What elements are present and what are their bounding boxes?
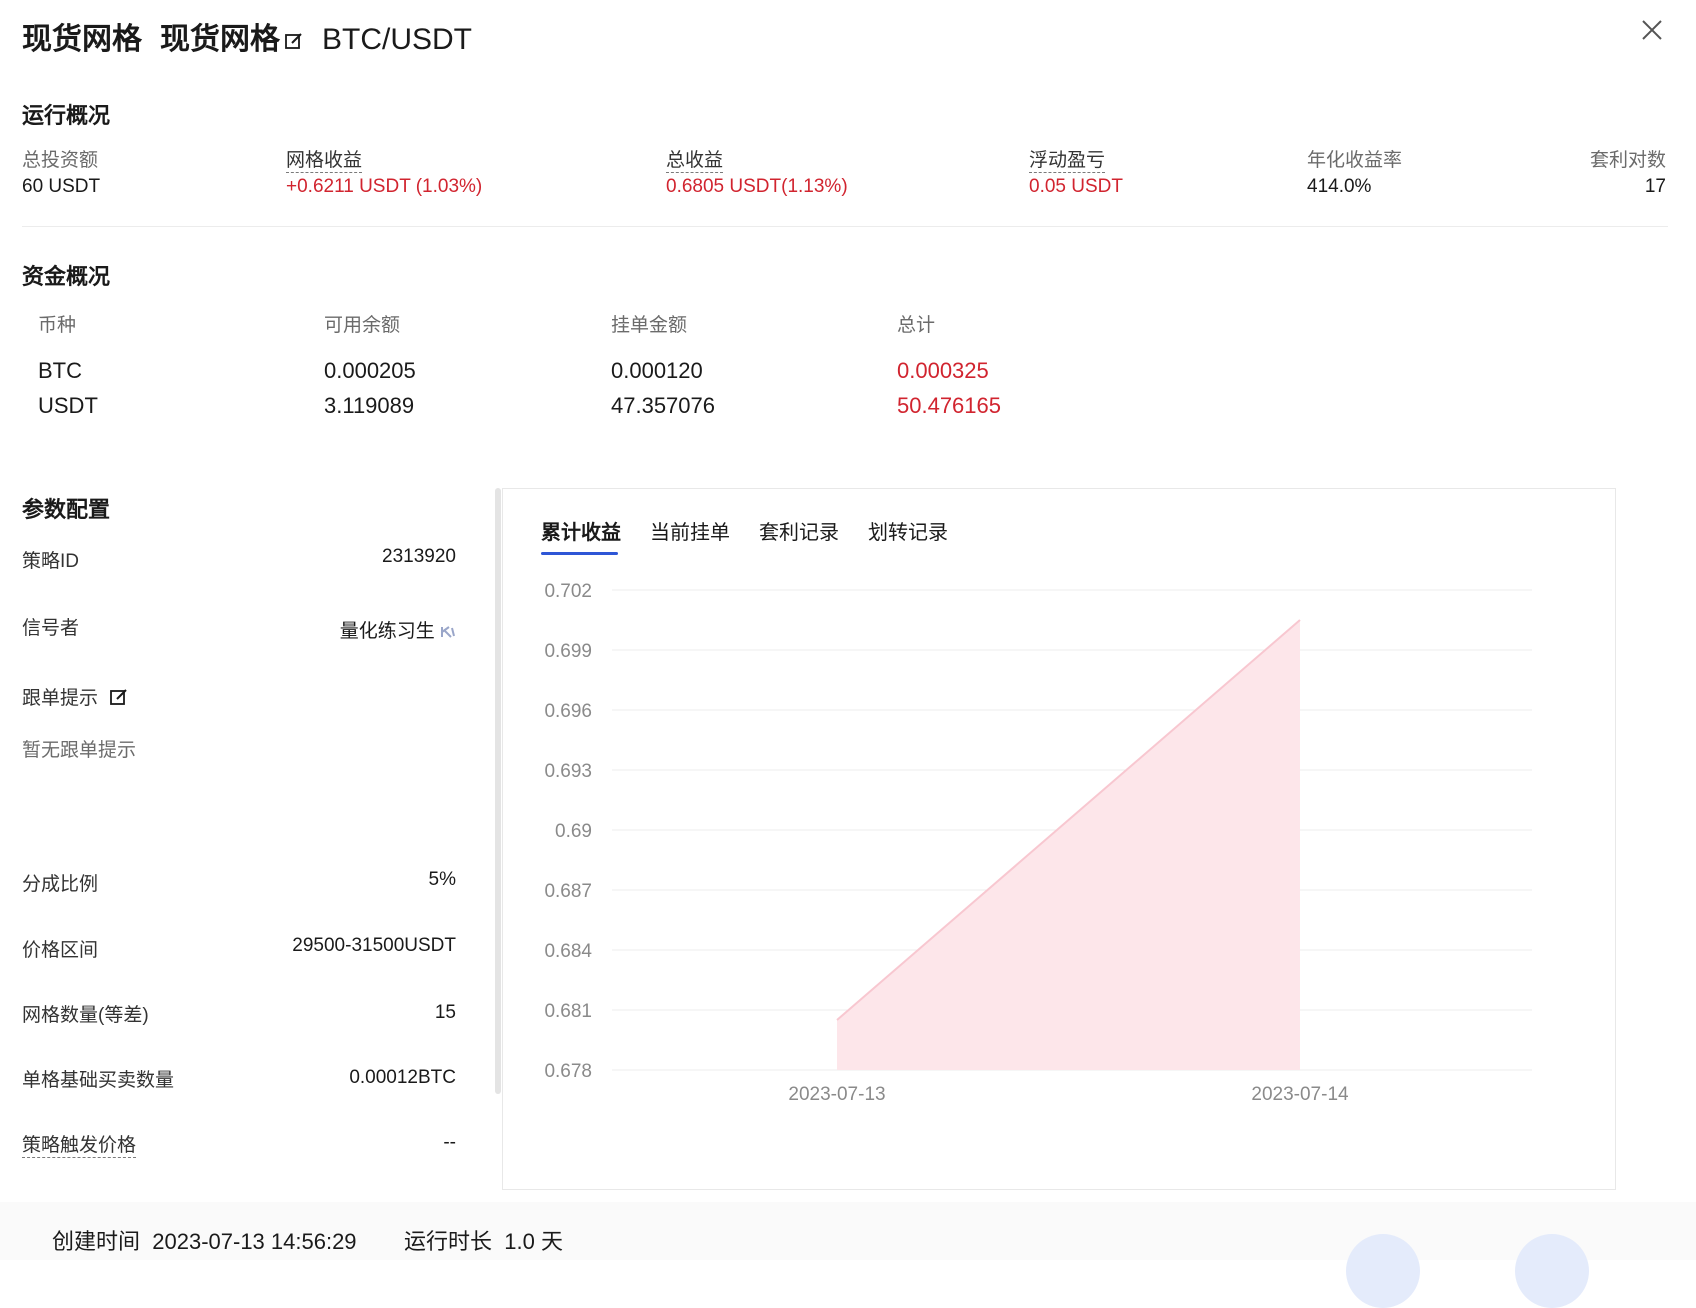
y-tick-label: 0.69 (555, 821, 592, 842)
price-range-value: 29500-31500USDT (292, 935, 456, 956)
x-tick-label: 2023-07-13 (788, 1084, 885, 1105)
page-title: 现货网格 现货网格 BTC/USDT (22, 14, 472, 58)
signaler-badge-icon (441, 626, 455, 638)
share-value: 5% (428, 869, 456, 890)
total-profit-label[interactable]: 总收益 (666, 150, 724, 173)
profit-chart: 0.702 0.699 0.696 0.693 0.69 0.687 0.684 0.681 0… (544, 581, 1532, 1105)
created-time-value: 2023-07-13 14:56:29 (152, 1229, 357, 1254)
grid-count-label: 网格数量(等差) (22, 1005, 149, 1026)
funds-row-available: 3.119089 (324, 393, 415, 418)
funds-row-pending: 47.357076 (611, 393, 715, 418)
price-range-label: 价格区间 (22, 940, 99, 961)
trading-pair: BTC/USDT (322, 23, 472, 56)
floating-pnl-value: 0.05 USDT (1029, 176, 1123, 197)
strategy-id-label: 策略ID (22, 551, 80, 572)
strategy-id-value: 2313920 (382, 546, 456, 567)
tab-arbitrage-records[interactable]: 套利记录 (759, 516, 839, 545)
total-invest-value: 60 USDT (22, 176, 101, 197)
funds-row-total: 0.000325 (897, 358, 989, 383)
signaler-value[interactable]: 量化练习生 (340, 616, 456, 643)
trigger-price-label[interactable]: 策略触发价格 (22, 1135, 137, 1158)
y-tick-label: 0.693 (544, 761, 592, 782)
tab-cumulative-profit[interactable]: 累计收益 (541, 516, 621, 545)
funds-row-coin: BTC (38, 358, 82, 383)
y-tick-label: 0.681 (544, 1001, 592, 1022)
signaler-label: 信号者 (22, 618, 80, 639)
edit-icon[interactable] (109, 687, 129, 707)
funds-header-pending: 挂单金额 (611, 315, 688, 336)
grid-profit-value: +0.6211 USDT (1.03%) (286, 176, 483, 197)
annual-yield-label: 年化收益率 (1307, 150, 1403, 171)
close-icon[interactable] (1636, 14, 1668, 46)
funds-row-coin: USDT (38, 393, 98, 418)
funds-header-available: 可用余额 (324, 315, 401, 336)
funds-row-available: 0.000205 (324, 358, 416, 383)
edit-icon[interactable] (284, 31, 304, 51)
stop-icon[interactable] (1515, 1234, 1589, 1308)
params-title: 参数配置 (22, 497, 111, 522)
floating-pnl-label[interactable]: 浮动盈亏 (1029, 150, 1106, 173)
overview-title: 运行概况 (22, 103, 111, 128)
runtime-value: 1.0 天 (504, 1229, 563, 1254)
tab-transfer-records[interactable]: 划转记录 (868, 516, 948, 545)
y-tick-label: 0.687 (544, 881, 592, 902)
left-scrollbar[interactable] (495, 488, 501, 1094)
share-label: 分成比例 (22, 874, 99, 895)
total-profit-value: 0.6805 USDT(1.13%) (666, 176, 848, 197)
save-icon[interactable] (1346, 1234, 1420, 1308)
grid-profit-label[interactable]: 网格收益 (286, 150, 363, 173)
follow-tip-empty: 暂无跟单提示 (22, 740, 137, 761)
funds-header-coin: 币种 (38, 315, 77, 336)
funds-header-total: 总计 (897, 315, 936, 336)
arbitrage-count-value: 17 (1644, 176, 1666, 197)
created-time: 创建时间 2023-07-13 14:56:29 (52, 1229, 357, 1254)
signaler-name: 量化练习生 (339, 621, 435, 642)
profit-area (837, 620, 1300, 1070)
section-divider (22, 226, 1668, 227)
total-invest-label: 总投资额 (22, 150, 99, 171)
y-tick-label: 0.684 (544, 941, 592, 962)
order-qty-value: 0.00012BTC (349, 1067, 456, 1088)
trigger-price-value: -- (443, 1132, 456, 1153)
runtime: 运行时长 1.0 天 (404, 1229, 563, 1254)
funds-title: 资金概况 (22, 264, 111, 289)
grid-count-value: 15 (434, 1002, 456, 1023)
y-tick-label: 0.678 (544, 1061, 592, 1082)
tab-active-indicator (541, 552, 618, 555)
y-tick-label: 0.696 (544, 701, 592, 722)
follow-tip-label: 跟单提示 (22, 683, 129, 710)
annual-yield-value: 414.0% (1307, 176, 1372, 197)
funds-row-total: 50.476165 (897, 393, 1001, 418)
arbitrage-count-label: 套利对数 (1589, 150, 1666, 171)
x-tick-label: 2023-07-14 (1251, 1084, 1349, 1105)
funds-row-pending: 0.000120 (611, 358, 703, 383)
tab-open-orders[interactable]: 当前挂单 (650, 516, 730, 545)
order-qty-label: 单格基础买卖数量 (22, 1070, 175, 1091)
title-sub: 现货网格 (160, 23, 280, 56)
title-main: 现货网格 (22, 23, 142, 56)
y-tick-label: 0.699 (544, 641, 592, 662)
y-tick-label: 0.702 (544, 581, 592, 602)
